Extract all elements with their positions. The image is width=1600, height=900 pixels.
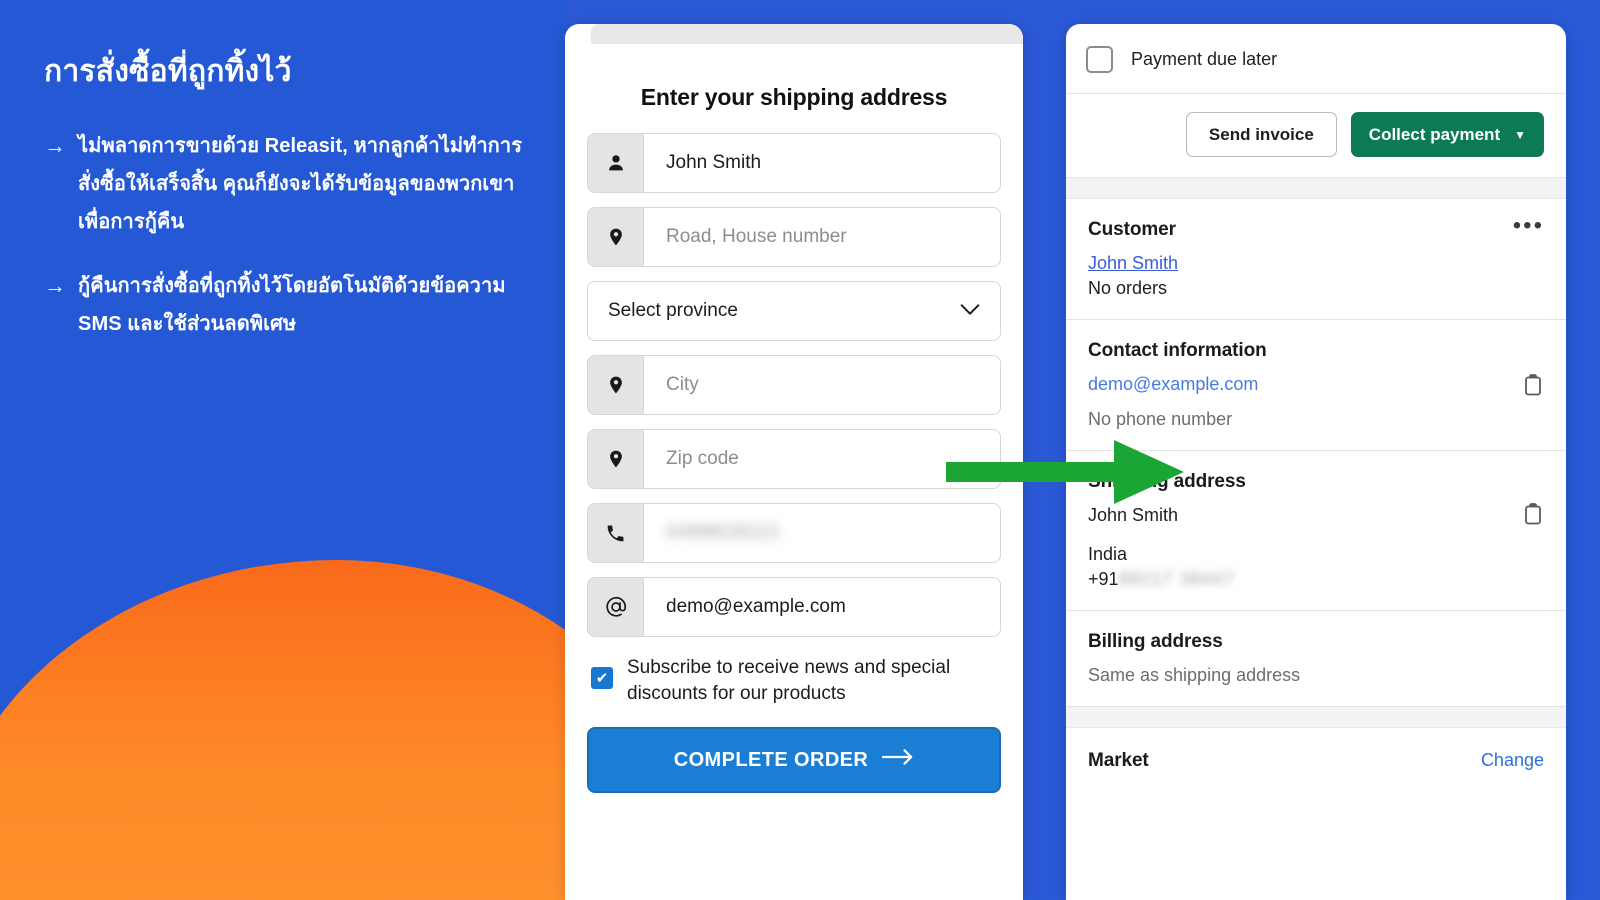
email-value: demo@example.com — [666, 596, 846, 617]
city-field[interactable]: City — [587, 355, 1001, 415]
street-address-placeholder: Road, House number — [666, 226, 847, 247]
shipping-address-section: Shipping address John Smith India +91882… — [1066, 451, 1566, 610]
payment-due-row[interactable]: Payment due later — [1066, 24, 1566, 93]
complete-order-label: COMPLETE ORDER — [673, 748, 869, 771]
location-pin-icon — [588, 356, 644, 414]
clipboard-icon[interactable] — [1522, 374, 1544, 403]
contact-email[interactable]: demo@example.com — [1088, 374, 1544, 395]
promo-content: การสั่งซื้อที่ถูกทิ้งไว้ → ไม่พลาดการขาย… — [44, 52, 544, 369]
order-details-panel: Payment due later Send invoice Collect p… — [1066, 24, 1566, 900]
contact-information-section: Contact information demo@example.com No … — [1066, 320, 1566, 450]
payment-due-checkbox[interactable] — [1086, 46, 1113, 73]
customer-section-head: Customer ••• — [1088, 213, 1544, 241]
market-title: Market — [1088, 750, 1149, 771]
promo-title: การสั่งซื้อที่ถูกทิ้งไว้ — [44, 55, 292, 88]
shipping-name: John Smith — [1088, 505, 1179, 525]
location-pin-icon — [588, 430, 644, 488]
shipping-country: India — [1088, 544, 1128, 564]
shipping-phone: +9188217 38447 — [1088, 569, 1544, 590]
subscribe-label: Subscribe to receive news and special di… — [627, 657, 951, 705]
chevron-down-icon: ▼ — [1514, 127, 1526, 142]
shipping-phone-prefix: +91 — [1088, 569, 1119, 589]
checkout-heading: Enter your shipping address — [640, 84, 948, 110]
payment-actions: Send invoice Collect payment ▼ — [1066, 94, 1566, 177]
location-pin-icon — [588, 208, 644, 266]
complete-order-button[interactable]: COMPLETE ORDER — [587, 727, 1001, 794]
phone-icon — [588, 504, 644, 562]
contact-information-title: Contact information — [1088, 340, 1267, 361]
promo-bullet-2: → กู้คืนการสั่งซื้อที่ถูกทิ้งไว้โดยอัตโน… — [44, 267, 544, 343]
chevron-down-icon — [960, 300, 980, 322]
zip-code-field[interactable]: Zip code — [587, 429, 1001, 489]
checkout-body: Enter your shipping address John Smith R… — [565, 44, 1023, 794]
province-select-label: Select province — [608, 300, 738, 321]
email-field[interactable]: demo@example.com — [587, 577, 1001, 637]
collect-payment-button[interactable]: Collect payment ▼ — [1350, 112, 1544, 157]
customer-name-link[interactable]: John Smith — [1088, 253, 1544, 274]
send-invoice-button[interactable]: Send invoice — [1185, 112, 1337, 157]
shipping-address-title: Shipping address — [1088, 471, 1246, 492]
arrow-right-icon — [882, 748, 914, 772]
subscribe-checkbox[interactable]: ✔ — [591, 667, 613, 689]
billing-address-section: Billing address Same as shipping address — [1066, 611, 1566, 706]
billing-address-title: Billing address — [1088, 631, 1223, 652]
zip-code-placeholder: Zip code — [666, 448, 739, 469]
customer-section: Customer ••• John Smith No orders — [1066, 199, 1566, 319]
market-section-head: Market Change — [1088, 750, 1544, 772]
promo-bullet-1-text: ไม่พลาดการขายด้วย Releasit, หากลูกค้าไม่… — [78, 134, 523, 233]
phone-value: 0499828221 — [666, 522, 782, 543]
section-spacer-band — [1066, 177, 1566, 199]
clipboard-icon[interactable] — [1522, 503, 1544, 532]
promo-bullet-2-text: กู้คืนการสั่งซื้อที่ถูกทิ้งไว้โดยอัตโนมั… — [78, 274, 506, 335]
browser-chrome-bar — [591, 24, 1023, 44]
promo-bullet-1: → ไม่พลาดการขายด้วย Releasit, หากลูกค้าไ… — [44, 127, 544, 241]
customer-title: Customer — [1088, 219, 1176, 240]
city-placeholder: City — [666, 374, 699, 395]
promo-panel: การสั่งซื้อที่ถูกทิ้งไว้ → ไม่พลาดการขาย… — [0, 0, 566, 900]
contact-phone: No phone number — [1088, 409, 1233, 429]
full-name-value: John Smith — [666, 152, 762, 173]
full-name-field[interactable]: John Smith — [587, 133, 1001, 193]
customer-orders-count: No orders — [1088, 278, 1168, 298]
phone-field[interactable]: 0499828221 — [587, 503, 1001, 563]
arrow-right-icon: → — [44, 132, 66, 158]
collect-payment-label: Collect payment — [1368, 124, 1501, 144]
person-icon — [588, 134, 644, 192]
orange-wave-decoration — [0, 560, 566, 900]
checkout-form-panel: Enter your shipping address John Smith R… — [565, 24, 1023, 900]
payment-due-label: Payment due later — [1131, 49, 1278, 69]
more-options-icon[interactable]: ••• — [1513, 213, 1544, 238]
street-address-field[interactable]: Road, House number — [587, 207, 1001, 267]
subscribe-row[interactable]: ✔ Subscribe to receive news and special … — [587, 655, 1001, 707]
shipping-phone-masked: 88217 38447 — [1118, 569, 1235, 589]
market-section: Market Change — [1066, 728, 1566, 792]
market-change-link[interactable]: Change — [1481, 750, 1544, 771]
billing-address-value: Same as shipping address — [1088, 665, 1301, 685]
province-select[interactable]: Select province — [587, 281, 1001, 341]
section-spacer-band-2 — [1066, 706, 1566, 728]
arrow-right-icon: → — [44, 272, 66, 298]
at-sign-icon — [588, 578, 644, 636]
